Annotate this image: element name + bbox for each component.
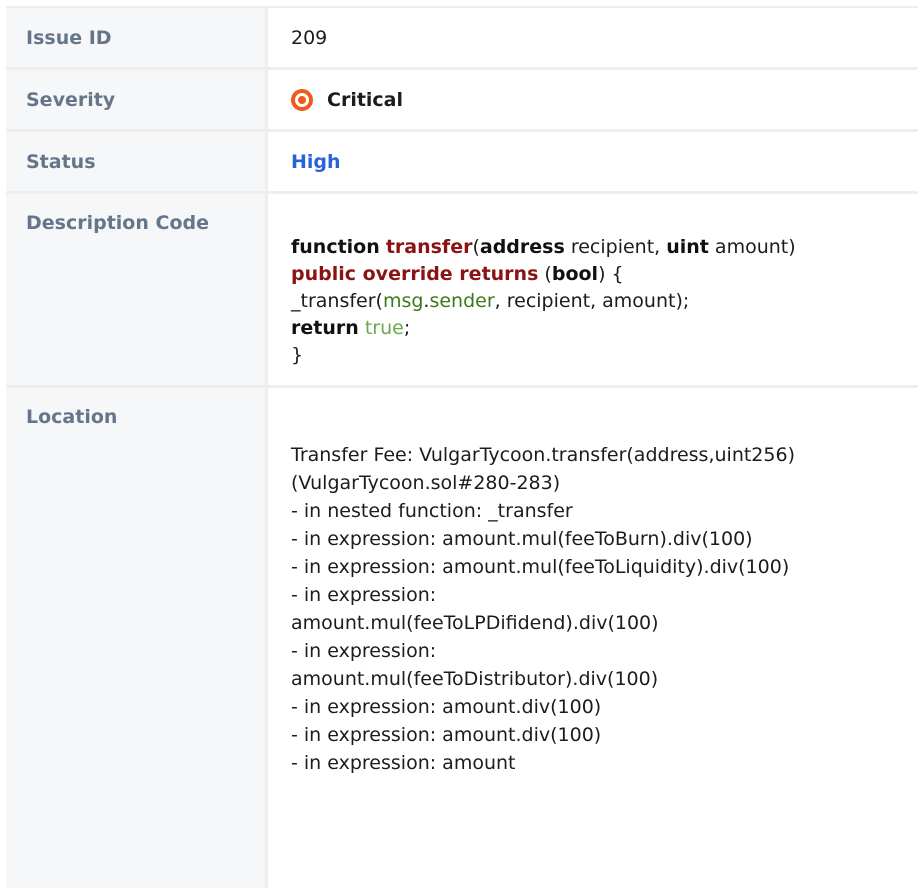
code-text: ) { [598,263,624,285]
location-line: - in expression: amount.mul(feeToLiquidi… [291,556,790,578]
code-text: recipient, [564,236,667,258]
location-line: amount.mul(feeToLPDifidend).div(100) [291,612,659,634]
description-label: Description Code [6,194,268,385]
location-line: - in expression: amount.div(100) [291,696,602,718]
code-text: ( [472,236,480,258]
severity-value: Critical [327,88,404,111]
code-function-name: transfer [385,236,473,258]
code-line-5: } [291,344,304,366]
code-sender: sender [429,290,495,312]
code-msg: msg [382,290,424,312]
code-type: address [479,236,565,258]
issue-table: Issue ID 209 Severity Critical Status Hi… [6,6,918,888]
code-line-3: _transfer(msg.sender, recipient, amount)… [291,288,918,315]
code-modifiers: public override returns [291,263,539,285]
status-label: Status [6,132,268,191]
issue-id-value: 209 [291,26,328,49]
location-line: - in nested function: _transfer [291,500,573,522]
code-literal: true [364,317,404,339]
severity-cell: Critical [268,70,918,129]
code-line-2: public override returns (bool) { [291,261,918,288]
issue-id-label: Issue ID [6,8,268,67]
code-text: _transfer( [291,290,383,312]
severity-label: Severity [6,70,268,129]
row-description: Description Code function transfer(addre… [6,194,918,388]
location-details: Transfer Fee: VulgarTycoon.transfer(addr… [268,388,918,888]
code-keyword: function [291,236,380,258]
location-line: Transfer Fee: VulgarTycoon.transfer(addr… [291,444,795,466]
code-text: , recipient, amount); [494,290,690,312]
location-line: amount.mul(feeToDistributor).div(100) [291,668,659,690]
code-type: uint [666,236,709,258]
code-keyword: return [291,317,359,339]
code-text: amount) [708,236,796,258]
location-line: - in expression: amount [291,752,516,774]
code-type: bool [551,263,599,285]
code-line-1: function transfer(address recipient, uin… [291,234,918,261]
status-value: High [291,150,341,173]
location-line: - in expression: amount.div(100) [291,724,602,746]
row-severity: Severity Critical [6,70,918,132]
code-text: ( [538,263,552,285]
row-status: Status High [6,132,918,194]
code-line-4: return true; [291,315,918,342]
code-text: ; [403,317,411,339]
location-line: - in expression: amount.mul(feeToBurn).d… [291,528,753,550]
description-code: function transfer(address recipient, uin… [268,194,918,385]
location-line: (VulgarTycoon.sol#280-283) [291,472,561,494]
location-line: - in expression: [291,640,437,662]
row-location: Location Transfer Fee: VulgarTycoon.tran… [6,388,918,888]
row-issue-id: Issue ID 209 [6,8,918,70]
status-cell: High [268,132,918,191]
location-label: Location [6,388,268,888]
location-line: - in expression: [291,584,437,606]
severity-critical-icon [291,88,313,111]
